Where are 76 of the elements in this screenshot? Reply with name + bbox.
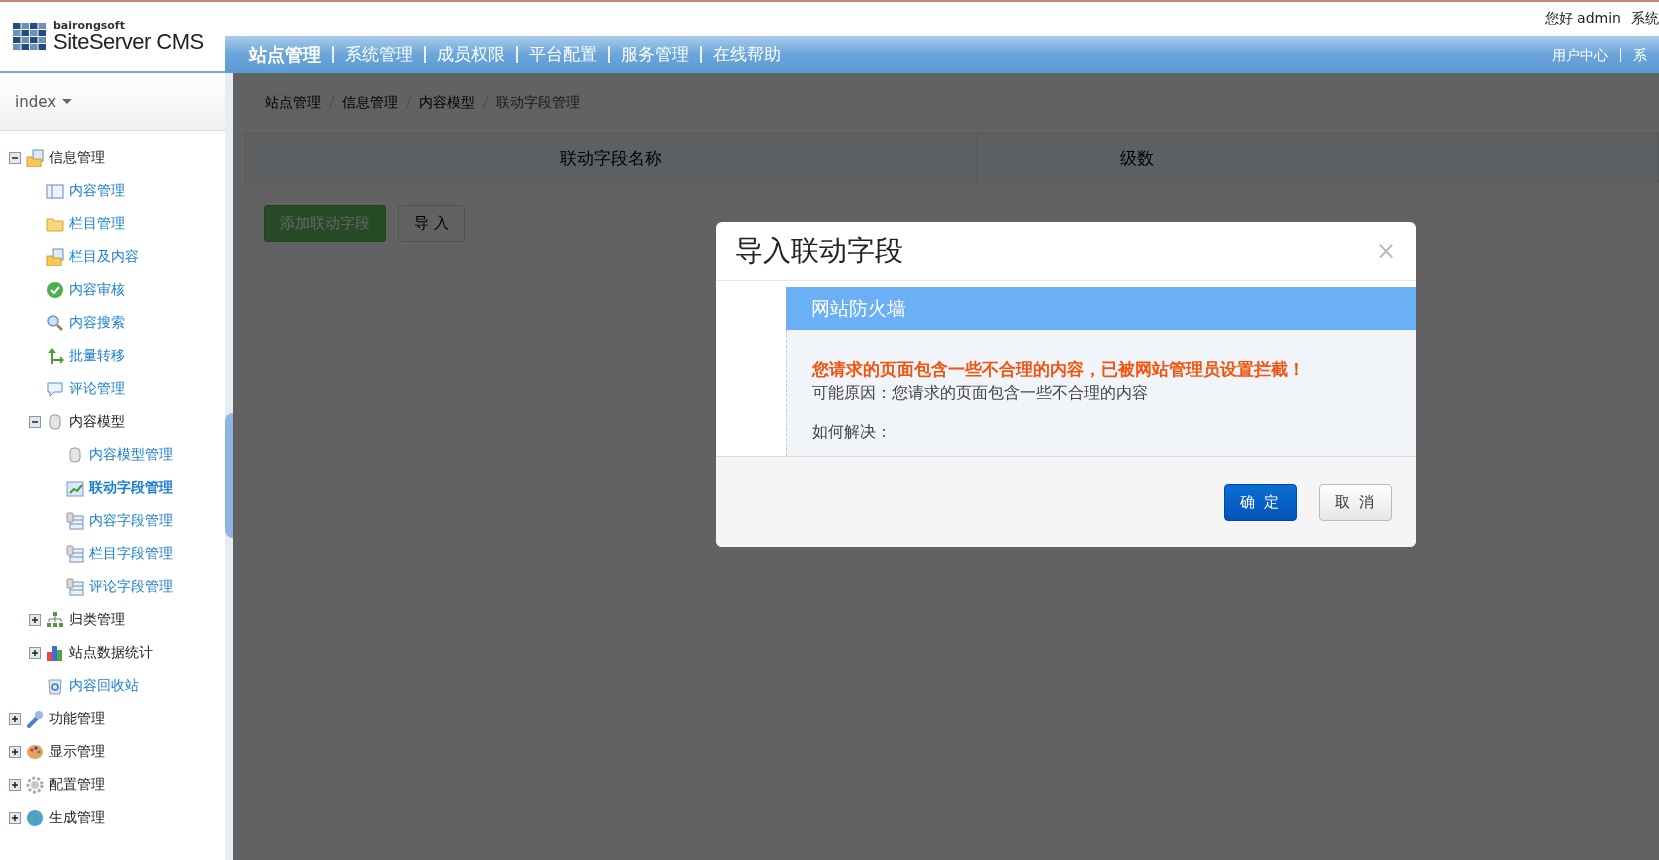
tree-item[interactable]: 站点数据统计 xyxy=(69,643,153,662)
greeting-text: 您好 admin xyxy=(1544,10,1621,28)
nav-tab[interactable]: 服务管理 xyxy=(608,46,700,63)
breadcrumb-item[interactable]: 信息管理 xyxy=(342,94,398,112)
folder-icon xyxy=(46,247,64,266)
tree-item[interactable]: 显示管理 xyxy=(49,742,105,761)
settings-icon xyxy=(26,775,44,794)
palette-icon xyxy=(26,742,44,761)
tree-item[interactable]: 联动字段管理 xyxy=(89,478,173,497)
collapse-toggle-icon[interactable] xyxy=(9,151,21,164)
tree-item[interactable]: 功能管理 xyxy=(49,709,105,728)
breadcrumb-item[interactable]: 内容模型 xyxy=(419,94,475,112)
sidebar-collapse-handle[interactable] xyxy=(225,413,233,538)
column-header: 级数 xyxy=(1119,146,1155,170)
expand-toggle-icon[interactable] xyxy=(9,811,21,824)
nav-link[interactable]: 系 xyxy=(1620,47,1659,62)
folder-icon xyxy=(26,148,44,167)
logo-tagline: bairongsoft xyxy=(53,20,126,31)
expand-toggle-icon[interactable] xyxy=(9,745,21,758)
window-icon xyxy=(46,181,64,200)
speech-bubble-icon xyxy=(46,379,64,398)
expand-toggle-icon[interactable] xyxy=(9,778,21,791)
arrow-icon xyxy=(46,346,64,365)
caret-icon xyxy=(62,99,73,104)
tree-item[interactable]: 内容管理 xyxy=(69,181,125,200)
tree-item[interactable]: 配置管理 xyxy=(49,775,105,794)
expand-toggle-icon[interactable] xyxy=(9,712,21,725)
tree-item[interactable]: 内容回收站 xyxy=(69,676,139,695)
import-button[interactable]: 导 入 xyxy=(398,205,465,242)
table-icon xyxy=(66,511,84,530)
nav-tab[interactable]: 平台配置 xyxy=(516,46,608,63)
confirm-button[interactable]: 确 定 xyxy=(1224,483,1298,521)
system-switch-link[interactable]: 系统 xyxy=(1631,10,1659,28)
table-icon xyxy=(66,544,84,563)
panel-header: 网站防火墙 xyxy=(786,287,1416,330)
wrench-icon xyxy=(26,709,44,728)
tree-item[interactable]: 批量转移 xyxy=(69,346,125,365)
nav-tab[interactable]: 在线帮助 xyxy=(700,46,792,63)
table-icon xyxy=(66,577,84,596)
tree-item[interactable]: 栏目及内容 xyxy=(69,247,139,266)
collapse-toggle-icon[interactable] xyxy=(29,415,41,428)
logo-name: SiteServer CMS xyxy=(53,31,204,53)
nav-tab[interactable]: 系统管理 xyxy=(332,46,424,63)
logo-icon xyxy=(13,22,47,51)
globe-icon xyxy=(26,808,44,827)
check-icon xyxy=(46,280,64,299)
tree-item[interactable]: 内容审核 xyxy=(69,280,125,299)
tree-item[interactable]: 内容搜索 xyxy=(69,313,125,332)
tree-item[interactable]: 归类管理 xyxy=(69,610,125,629)
nav-tab[interactable]: 成员权限 xyxy=(424,46,516,63)
cancel-button[interactable]: 取 消 xyxy=(1319,483,1392,521)
reason-text: 可能原因：您请求的页面包含一些不合理的内容 xyxy=(812,382,1149,404)
bar-chart-icon xyxy=(46,643,64,662)
tree-item[interactable]: 内容模型管理 xyxy=(89,445,173,464)
expand-toggle-icon[interactable] xyxy=(29,646,41,659)
tree-item[interactable]: 栏目字段管理 xyxy=(89,544,173,563)
chart-icon xyxy=(66,478,84,497)
tree-item[interactable]: 内容字段管理 xyxy=(89,511,173,530)
tree-item[interactable]: 栏目管理 xyxy=(69,214,125,233)
column-header: 联动字段名称 xyxy=(246,134,977,182)
tree-item[interactable]: 内容模型 xyxy=(69,412,125,431)
nav-link[interactable]: 用户中心 xyxy=(1540,47,1620,62)
breadcrumb-item[interactable]: 站点管理 xyxy=(265,94,321,112)
tree-item[interactable]: 生成管理 xyxy=(49,808,105,827)
nav-tab[interactable]: 站点管理 xyxy=(241,46,332,63)
alert-text: 您请求的页面包含一些不合理的内容，已被网站管理员设置拦截！ xyxy=(812,358,1306,381)
tree-item[interactable]: 评论管理 xyxy=(69,379,125,398)
dialog-title: 导入联动字段 xyxy=(735,233,903,269)
expand-toggle-icon[interactable] xyxy=(29,613,41,626)
breadcrumb-item: 联动字段管理 xyxy=(496,94,580,112)
search-icon xyxy=(46,313,64,332)
hierarchy-icon xyxy=(46,610,64,629)
trash-icon xyxy=(46,676,64,695)
solution-text: 如何解决： xyxy=(812,421,893,443)
tree-item[interactable]: 信息管理 xyxy=(49,148,105,167)
tree-item[interactable]: 评论字段管理 xyxy=(89,577,173,596)
